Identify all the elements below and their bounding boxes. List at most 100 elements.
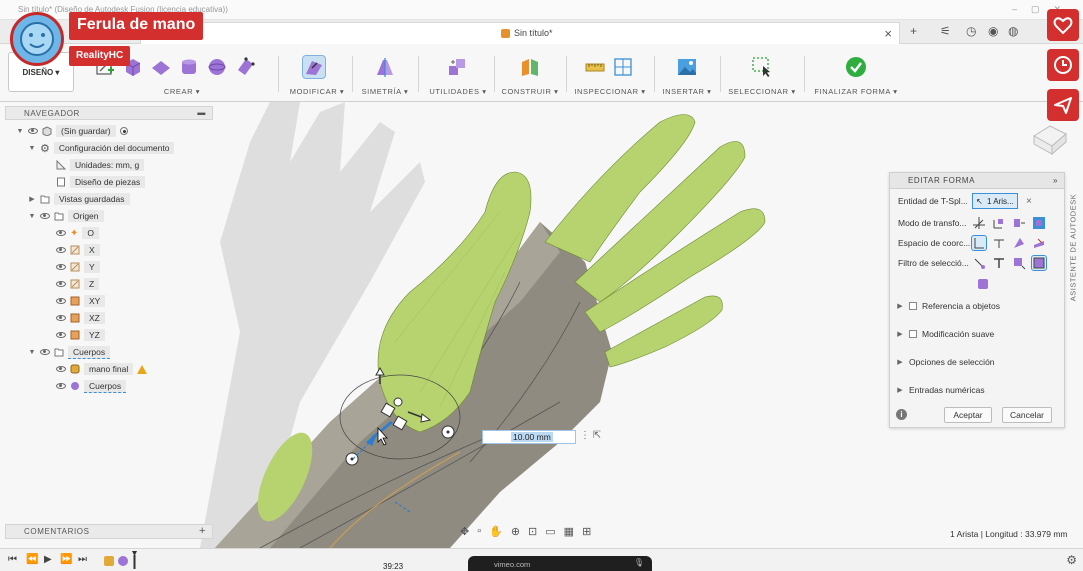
translate-icon[interactable] <box>992 216 1006 230</box>
visibility-eye-icon[interactable] <box>56 332 66 338</box>
warning-icon[interactable] <box>137 364 148 374</box>
input-options-icon[interactable]: ⋮ ⇱ <box>580 430 601 441</box>
viewports-icon[interactable]: ⊞ <box>582 525 591 538</box>
finish-form-label[interactable]: FINALIZAR FORMA ▾ <box>810 87 902 96</box>
tree-body-mano-final[interactable]: mano final <box>56 362 148 376</box>
insert-group-label[interactable]: INSERTAR ▾ <box>662 87 712 96</box>
section-selection-options[interactable]: ▶ Opciones de selección <box>896 355 994 369</box>
timeline-marker[interactable] <box>132 551 137 569</box>
chevron-down-icon[interactable]: ▼ <box>28 349 36 356</box>
rotate-icon[interactable] <box>1012 216 1026 230</box>
document-tab[interactable]: Sin título* × <box>140 22 900 44</box>
video-author[interactable]: RealityHC <box>69 46 131 66</box>
tree-axis-z[interactable]: Z <box>56 277 100 291</box>
select-group-label[interactable]: SELECCIONAR ▾ <box>728 87 796 96</box>
accept-button[interactable]: Aceptar <box>944 407 992 423</box>
grid-icon[interactable]: ▦ <box>564 525 574 538</box>
section-numeric-inputs[interactable]: ▶ Entradas numéricas <box>896 383 984 397</box>
object-snap-checkbox[interactable] <box>909 302 917 310</box>
scale-icon[interactable] <box>1032 216 1046 230</box>
info-icon[interactable]: i <box>896 409 907 420</box>
video-title[interactable]: Ferula de mano <box>69 12 204 40</box>
utilities-icon[interactable] <box>446 56 468 78</box>
help-icon[interactable]: ◍ <box>1008 24 1018 38</box>
tree-saved-views[interactable]: ▶ Vistas guardadas <box>28 192 130 206</box>
chevron-down-icon[interactable]: ▼ <box>16 128 24 135</box>
tree-origin[interactable]: ▼ Origen <box>28 209 104 223</box>
length-value-input[interactable]: 10.00 mm <box>482 430 576 444</box>
clear-selection-icon[interactable]: × <box>1026 196 1032 207</box>
plane-icon[interactable] <box>150 56 172 78</box>
window-select-icon[interactable] <box>751 56 773 78</box>
timeline-settings-icon[interactable]: ⚙ <box>1066 553 1077 567</box>
quadball-icon[interactable] <box>234 56 256 78</box>
comments-panel[interactable]: COMENTARIOS + <box>5 524 213 539</box>
vimeo-url-bar[interactable]: vimeo.com 🎙 <box>468 556 652 571</box>
cancel-button[interactable]: Cancelar <box>1002 407 1052 423</box>
vertex-filter-icon[interactable] <box>972 256 986 270</box>
tree-plane-yz[interactable]: YZ <box>56 328 105 342</box>
tree-bodies[interactable]: ▼ Cuerpos <box>28 345 111 359</box>
chevron-down-icon[interactable]: ▼ <box>28 213 36 220</box>
tree-plane-xz[interactable]: XZ <box>56 311 105 325</box>
visibility-eye-icon[interactable] <box>56 298 66 304</box>
display-settings-icon[interactable]: ▭ <box>545 525 555 538</box>
visibility-eye-icon[interactable] <box>56 264 66 270</box>
active-component-radio[interactable] <box>119 127 128 135</box>
construct-plane-icon[interactable] <box>519 56 541 78</box>
like-button[interactable] <box>1047 9 1079 41</box>
symmetry-group-label[interactable]: SIMETRÍA ▾ <box>360 87 410 96</box>
tree-axis-y[interactable]: Y <box>56 260 100 274</box>
orbit-icon[interactable]: ✥ <box>460 525 469 538</box>
section-object-snap[interactable]: ▶ Referencia a objetos <box>896 299 1000 313</box>
tree-origin-point[interactable]: ✦ O <box>56 226 100 240</box>
construct-group-label[interactable]: CONSTRUIR ▾ <box>500 87 560 96</box>
play-icon[interactable]: ▶ <box>44 554 52 565</box>
object-filter-icon[interactable] <box>976 277 990 291</box>
add-comment-icon[interactable]: + <box>199 525 206 537</box>
chevron-down-icon[interactable]: ▼ <box>28 145 36 152</box>
tree-body-cuerpos[interactable]: Cuerpos <box>56 379 127 393</box>
sphere-icon[interactable] <box>206 56 228 78</box>
step-back-icon[interactable]: ⏪ <box>26 554 38 565</box>
utilities-group-label[interactable]: UTILIDADES ▾ <box>428 87 488 96</box>
entity-selection-box[interactable]: ↖ 1 Aris... <box>972 193 1018 209</box>
section-soft-modification[interactable]: ▶ Modificación suave <box>896 327 994 341</box>
visibility-eye-icon[interactable] <box>40 349 50 355</box>
soft-modification-checkbox[interactable] <box>909 330 917 338</box>
tree-doc-settings[interactable]: ▼ ⚙ Configuración del documento <box>28 141 175 155</box>
edge-filter-icon[interactable] <box>992 256 1006 270</box>
go-to-end-icon[interactable]: ⏭ <box>78 554 87 565</box>
view-space-icon[interactable] <box>992 236 1006 250</box>
new-tab-icon[interactable]: + <box>910 24 917 38</box>
close-tab-icon[interactable]: × <box>884 26 892 41</box>
pan-icon[interactable]: ✋ <box>489 525 503 538</box>
finish-form-check-icon[interactable] <box>845 56 867 78</box>
mirror-icon[interactable] <box>374 56 396 78</box>
edit-form-icon[interactable] <box>302 55 326 79</box>
tree-units[interactable]: Unidades: mm, g <box>56 158 145 172</box>
expand-panel-icon[interactable]: » <box>1053 176 1058 185</box>
visibility-eye-icon[interactable] <box>56 315 66 321</box>
tree-part-design[interactable]: Diseño de piezas <box>56 175 146 189</box>
visibility-eye-icon[interactable] <box>40 213 50 219</box>
visibility-eye-icon[interactable] <box>28 128 38 134</box>
share-button[interactable] <box>1047 89 1079 121</box>
modify-group-label[interactable]: MODIFICAR ▾ <box>288 87 346 96</box>
timeline-features[interactable] <box>104 555 130 567</box>
watch-later-button[interactable] <box>1047 49 1079 81</box>
measure-icon[interactable] <box>584 56 606 78</box>
autodesk-assistant-tab[interactable]: ASISTENTE DE AUTODESK <box>1068 175 1080 325</box>
visibility-eye-icon[interactable] <box>56 366 66 372</box>
browser-collapse-icon[interactable]: ▬ <box>197 108 206 117</box>
body-filter-icon[interactable] <box>1031 255 1047 271</box>
notifications-icon[interactable]: ◉ <box>988 24 998 38</box>
world-space-icon[interactable] <box>971 235 987 251</box>
visibility-eye-icon[interactable] <box>56 383 66 389</box>
inspect-group-label[interactable]: INSPECCIONAR ▾ <box>574 87 646 96</box>
tree-root[interactable]: ▼ (Sin guardar) <box>16 124 128 138</box>
visibility-eye-icon[interactable] <box>56 230 66 236</box>
job-status-icon[interactable]: ◷ <box>966 24 976 38</box>
tree-plane-xy[interactable]: XY <box>56 294 106 308</box>
chevron-right-icon[interactable]: ▶ <box>28 195 36 203</box>
